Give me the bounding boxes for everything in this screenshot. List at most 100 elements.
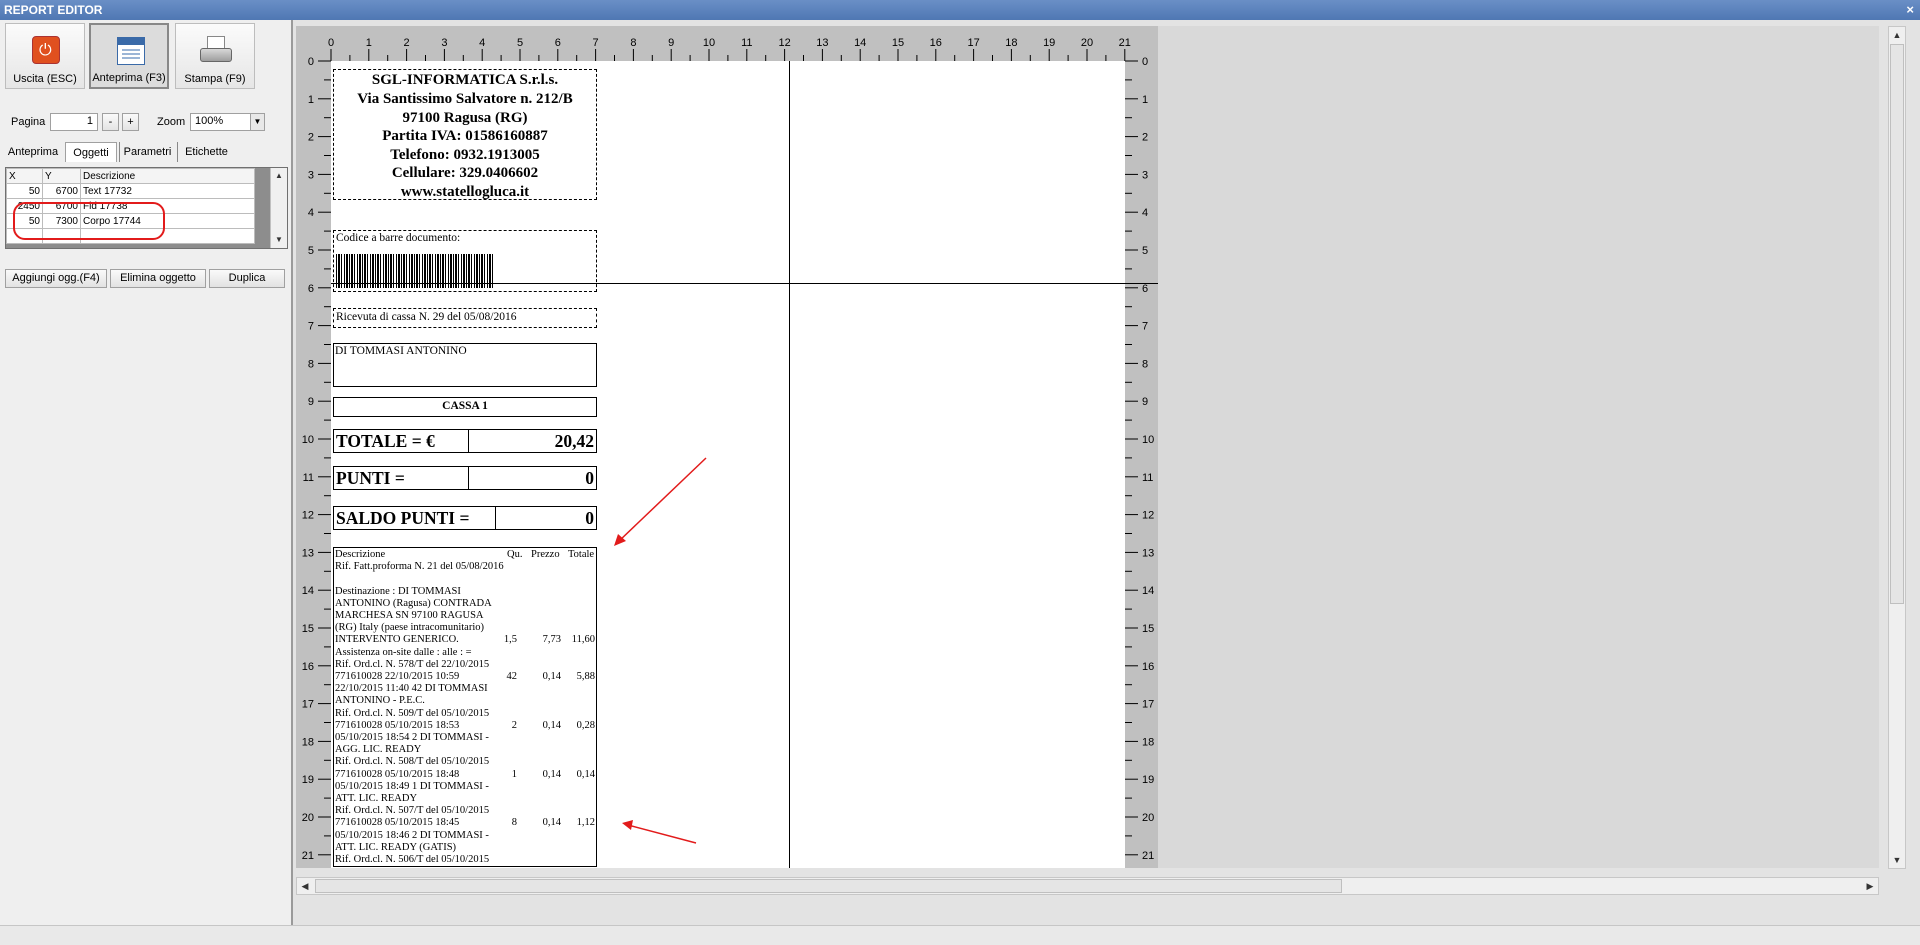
ruler-label: 15 [302,623,314,635]
ruler-label: 4 [1142,207,1148,219]
ruler-label: 13 [816,37,828,49]
ruler-label: 3 [308,169,314,181]
ruler-label: 21 [1142,850,1154,862]
table-row[interactable]: 50 7300 Corpo 17744 [6,213,255,229]
ruler-label: 11 [1142,472,1153,484]
delete-object-button[interactable]: Elimina oggetto [110,269,206,288]
scroll-up-icon[interactable]: ▲ [271,168,287,183]
horizontal-scrollbar[interactable]: ◀ ▶ [296,877,1879,895]
ruler-label: 6 [308,283,314,295]
tab-oggetti[interactable]: Oggetti [65,142,117,162]
ruler-label: 5 [308,245,314,257]
table-row-empty[interactable] [6,228,255,244]
ruler-label: 7 [1142,321,1148,333]
vertical-scrollbar[interactable]: ▲ ▼ [1888,26,1906,869]
ruler-label: 18 [1142,736,1154,748]
ruler-label: 9 [668,37,674,49]
ruler-label: 1 [1142,94,1148,106]
ruler-label: 1 [366,37,372,49]
ruler-label: 10 [302,434,314,446]
scroll-down-icon[interactable]: ▼ [271,232,287,247]
print-button[interactable]: Stampa (F9) [175,23,255,89]
preview-button[interactable]: Anteprima (F3) [89,23,169,89]
exit-button[interactable]: Uscita (ESC) [5,23,85,89]
ruler-label: 21 [1119,37,1131,49]
ruler-label: 18 [1005,37,1017,49]
ruler-label: 19 [1043,37,1055,49]
ruler-label: 16 [302,661,314,673]
scroll-down-icon[interactable]: ▼ [1889,852,1905,868]
ruler-label: 13 [1142,547,1154,559]
grid-header-y[interactable]: Y [42,168,81,184]
ruler-label: 2 [308,132,314,144]
add-object-button[interactable]: Aggiungi ogg.(F4) [5,269,107,288]
ruler-label: 11 [303,472,314,484]
close-icon[interactable]: × [1906,0,1914,20]
ruler-label: 11 [741,37,752,49]
ruler-label: 3 [1142,169,1148,181]
annotation-arrow-line [627,824,697,844]
window-title: REPORT EDITOR [4,3,103,17]
ruler-label: 6 [555,37,561,49]
ruler-label: 14 [854,37,866,49]
zoom-label: Zoom [157,116,186,128]
table-row[interactable]: 50 6700 Text 17732 [6,183,255,199]
cell-descrizione: Text 17732 [80,183,255,199]
ruler-label: 0 [1142,56,1148,68]
page-next-button[interactable]: + [122,113,139,131]
ruler-label: 8 [630,37,636,49]
tab-parametri[interactable]: Parametri [119,142,175,162]
ruler-label: 18 [302,736,314,748]
zoom-select[interactable]: 100% ▼ [190,113,265,131]
cell-x: 50 [6,183,43,199]
ruler-label: 17 [1142,699,1154,711]
ruler-label: 21 [302,850,314,862]
chevron-down-icon[interactable]: ▼ [250,114,264,130]
ruler-label: 9 [1142,396,1148,408]
ruler-label: 12 [778,37,790,49]
scroll-left-icon[interactable]: ◀ [297,878,313,894]
horizontal-scroll-thumb[interactable] [315,879,1342,893]
page-input[interactable]: 1 [50,113,98,131]
grid-header-x[interactable]: X [6,168,43,184]
ruler-label: 14 [302,585,314,597]
print-button-label: Stampa (F9) [184,73,246,85]
ruler-label: 4 [479,37,485,49]
cell-y: 7300 [42,213,81,229]
grid-scrollbar[interactable]: ▲ ▼ [270,168,287,248]
ruler-label: 10 [703,37,715,49]
ruler-label: 12 [1142,510,1154,522]
ruler-label: 20 [1081,37,1093,49]
left-panel: Uscita (ESC) Anteprima (F3) Stampa (F9) … [0,20,293,925]
ruler-label: 3 [441,37,447,49]
ruler-label: 0 [328,37,334,49]
status-bar [0,925,1920,945]
cell-y: 6700 [42,183,81,199]
ruler-label: 12 [302,510,314,522]
ruler-label: 0 [308,56,314,68]
ruler-label: 19 [1142,774,1154,786]
scroll-up-icon[interactable]: ▲ [1889,27,1905,43]
page-label: Pagina [11,116,46,128]
table-row[interactable]: 2450 6700 Fld 17738 [6,198,255,214]
cell-descrizione: Fld 17738 [80,198,255,214]
page-prev-button[interactable]: - [102,113,119,131]
scroll-right-icon[interactable]: ▶ [1862,878,1878,894]
annotation-arrow-line [617,457,707,543]
preview-window-icon [117,37,145,65]
grid-header-row: X Y Descrizione [6,168,255,184]
duplicate-button[interactable]: Duplica [209,269,285,288]
preview-button-label: Anteprima (F3) [92,72,166,84]
objects-grid: X Y Descrizione 50 6700 Text 17732 2450 … [5,167,288,249]
tab-anteprima[interactable]: Anteprima [3,142,63,162]
cell-x: 50 [6,213,43,229]
tab-etichette[interactable]: Etichette [177,142,235,162]
grid-header-descrizione[interactable]: Descrizione [80,168,255,184]
ruler-label: 20 [1142,812,1154,824]
ruler-svg: 0 1 2 3 4 5 6 7 8 9 10 11 12 13 14 15 16 17 18 19 20 210 01 12 2… [302,37,1155,862]
ruler-label: 15 [892,37,904,49]
cell-descrizione: Corpo 17744 [80,213,255,229]
ruler-label: 5 [1142,245,1148,257]
vertical-scroll-thumb[interactable] [1890,44,1904,604]
ruler-label: 4 [308,207,314,219]
